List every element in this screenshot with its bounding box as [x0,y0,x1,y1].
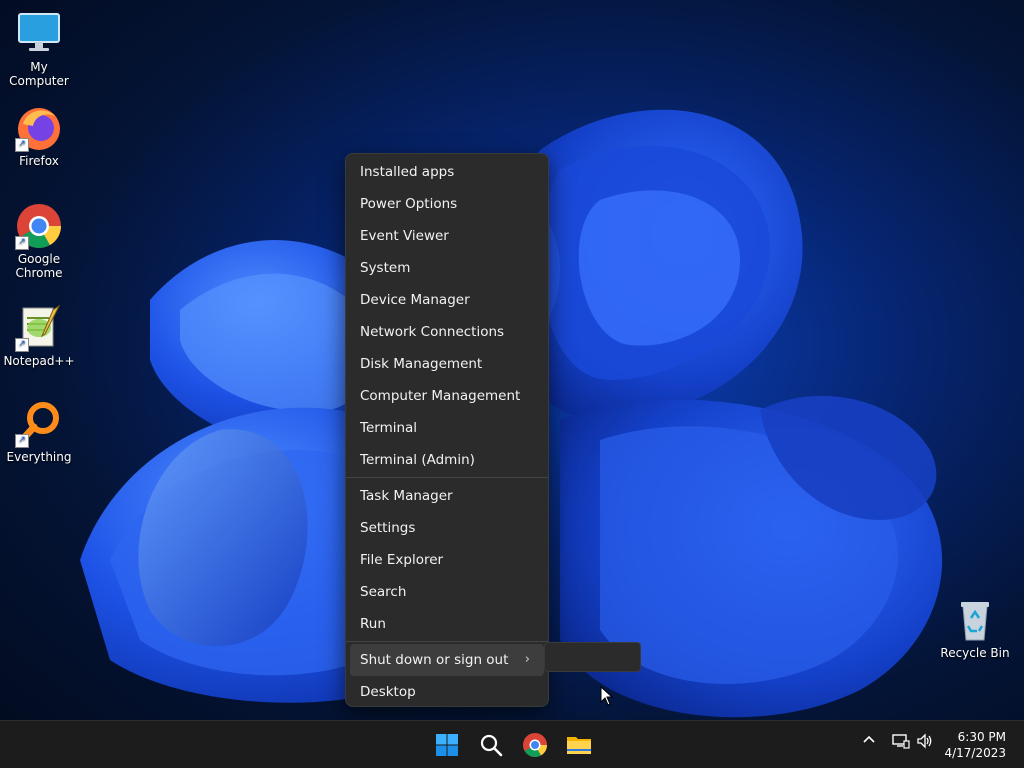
menu-item-label: Shut down or sign out [360,652,509,668]
chrome-icon: ↗ [15,202,63,250]
system-clock[interactable]: 6:30 PM 4/17/2023 [944,729,1006,761]
everything-search-icon: ↗ [15,400,63,448]
firefox-icon: ↗ [15,104,63,152]
desktop-icon-label: My Computer [9,60,69,88]
menu-item-settings[interactable]: Settings [346,512,548,544]
shutdown-submenu [544,642,641,672]
desktop-icon-notepad-plus-plus[interactable]: ↗ Notepad++ [1,304,77,368]
chrome-icon[interactable] [517,727,553,763]
clock-time: 6:30 PM [957,730,1006,744]
menu-separator [346,477,548,478]
desktop-icon-recycle-bin[interactable]: Recycle Bin [937,596,1013,660]
clock-date: 4/17/2023 [944,746,1006,760]
desktop-icon-google-chrome[interactable]: ↗ Google Chrome [1,202,77,280]
menu-item-event-viewer[interactable]: Event Viewer [346,220,548,252]
desktop-icon-my-computer[interactable]: My Computer [1,10,77,88]
network-icon[interactable] [892,733,910,753]
mouse-cursor-icon [600,686,614,706]
shortcut-arrow-icon: ↗ [15,236,29,250]
shortcut-arrow-icon: ↗ [15,434,29,448]
shortcut-arrow-icon: ↗ [15,138,29,152]
menu-item-power-options[interactable]: Power Options [346,188,548,220]
menu-item-terminal-admin[interactable]: Terminal (Admin) [346,444,548,476]
desktop-icon-label: Notepad++ [3,354,75,368]
power-user-context-menu: Installed apps Power Options Event Viewe… [345,153,549,707]
menu-item-network-connections[interactable]: Network Connections [346,316,548,348]
chevron-right-icon: › [524,652,530,667]
menu-separator [346,641,548,642]
menu-item-run[interactable]: Run [346,608,548,640]
menu-item-disk-management[interactable]: Disk Management [346,348,548,380]
file-explorer-icon[interactable] [561,727,597,763]
volume-icon[interactable] [916,733,934,753]
desktop-icon-everything[interactable]: ↗ Everything [1,400,77,464]
menu-item-device-manager[interactable]: Device Manager [346,284,548,316]
desktop-icon-label: Google Chrome [15,252,63,280]
notepad-plus-plus-icon: ↗ [15,304,63,352]
windows-start-icon[interactable] [429,727,465,763]
menu-item-installed-apps[interactable]: Installed apps [346,156,548,188]
menu-item-shut-down-or-sign-out[interactable]: Shut down or sign out › [350,644,544,676]
menu-item-system[interactable]: System [346,252,548,284]
desktop-icon-label: Firefox [19,154,59,168]
shortcut-arrow-icon: ↗ [15,338,29,352]
search-icon[interactable] [473,727,509,763]
menu-item-search[interactable]: Search [346,576,548,608]
desktop-icon-label: Recycle Bin [940,646,1010,660]
menu-item-file-explorer[interactable]: File Explorer [346,544,548,576]
menu-item-terminal[interactable]: Terminal [346,412,548,444]
taskbar: 6:30 PM 4/17/2023 [0,720,1024,768]
menu-item-computer-management[interactable]: Computer Management [346,380,548,412]
desktop-icon-firefox[interactable]: ↗ Firefox [1,104,77,168]
chevron-up-icon[interactable] [862,733,876,751]
monitor-icon [15,10,63,58]
menu-item-desktop[interactable]: Desktop [346,676,548,708]
desktop-icon-label: Everything [6,450,72,464]
menu-item-task-manager[interactable]: Task Manager [346,480,548,512]
recycle-bin-icon [951,596,999,644]
